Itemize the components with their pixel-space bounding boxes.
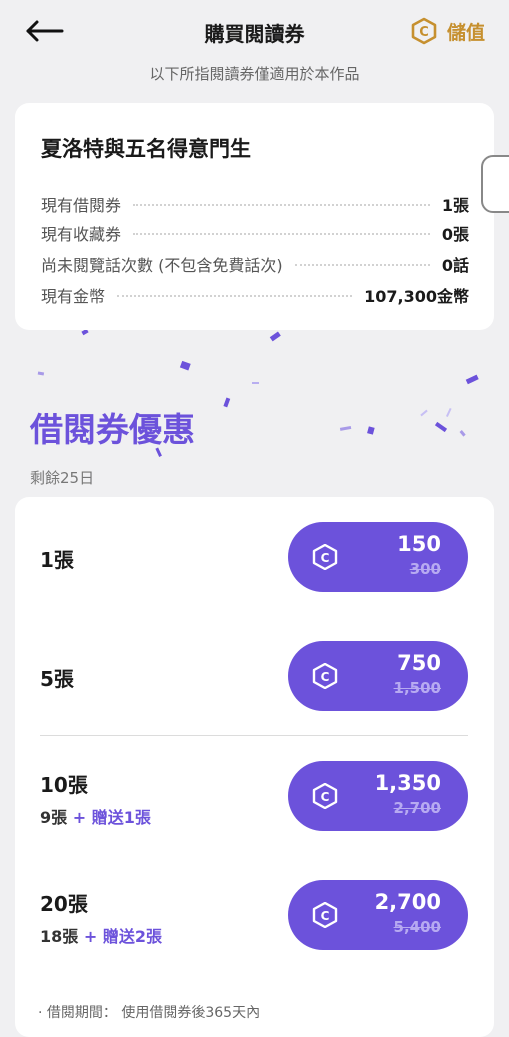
price-original: 1,500 (393, 679, 441, 697)
offer-quantity: 5張 (40, 667, 74, 691)
topup-label: 儲值 (446, 21, 485, 44)
buy-5-tickets-button[interactable]: C 750 1,500 (288, 641, 468, 711)
info-value: 0話 (441, 256, 469, 275)
info-row-owned-tickets: 現有收藏券 0張 (41, 221, 469, 245)
info-value: 107,300金幣 (364, 287, 469, 306)
dotted-leader (133, 233, 430, 235)
promo-remaining-days: 剩餘25日 (30, 469, 95, 487)
coin-icon: C (411, 17, 437, 45)
offer-row: 5張 C 750 1,500 (15, 641, 494, 711)
coin-icon: C (312, 902, 338, 928)
coin-icon: C (312, 663, 338, 689)
price-current: 1,350 (374, 771, 441, 795)
info-label: 現有借閱券 (41, 196, 122, 215)
topup-button[interactable]: C 儲值 (411, 17, 485, 45)
svg-text:C: C (321, 909, 330, 923)
svg-text:C: C (321, 670, 330, 684)
offer-row: 20張 18張 + 贈送2張 C 2,700 5,400 (15, 880, 494, 950)
applicability-note: 以下所指閱讀券僅適用於本作品 (149, 65, 360, 83)
bonus-quantity: + 贈送1張 (67, 808, 151, 827)
buy-1-ticket-button[interactable]: C 150 300 (288, 522, 468, 592)
rental-period-note: · 借閱期間： 使用借閱券後365天內 (38, 1005, 261, 1021)
info-label: 尚未閱覽話次數 (不包含免費話次) (41, 256, 283, 275)
price-current: 2,700 (374, 890, 441, 914)
info-label: 現有收藏券 (41, 225, 122, 244)
info-row-unread-episodes: 尚未閱覽話次數 (不包含免費話次) 0話 (41, 252, 469, 276)
promo-title: 借閱券優惠 (30, 410, 195, 449)
dotted-leader (133, 204, 430, 206)
base-quantity: 9張 (40, 808, 68, 827)
dotted-leader (294, 264, 430, 266)
price-current: 150 (397, 532, 441, 556)
dotted-leader (117, 295, 353, 297)
svg-text:C: C (321, 790, 330, 804)
coin-icon: C (312, 783, 338, 809)
work-info-card: 夏洛特與五名得意門生 現有借閱券 1張 現有收藏券 0張 尚未閱覽話次數 (不包… (15, 103, 494, 330)
buy-10-tickets-button[interactable]: C 1,350 2,700 (288, 761, 468, 831)
info-label: 現有金幣 (41, 287, 106, 306)
bonus-quantity: + 贈送2張 (78, 927, 162, 946)
offer-bonus-detail: 9張 + 贈送1張 (40, 804, 151, 828)
work-title: 夏洛特與五名得意門生 (41, 137, 251, 161)
offer-quantity: 1張 (40, 548, 74, 572)
price-original: 300 (409, 560, 441, 578)
svg-text:C: C (419, 25, 429, 40)
price-original: 5,400 (393, 918, 441, 936)
offer-row: 10張 9張 + 贈送1張 C 1,350 2,700 (15, 761, 494, 831)
base-quantity: 18張 (40, 927, 79, 946)
offer-bonus-detail: 18張 + 贈送2張 (40, 923, 162, 947)
top-bar: 購買閱讀券 C 儲值 (0, 0, 509, 62)
side-drawer-handle[interactable] (481, 155, 509, 213)
price-original: 2,700 (393, 799, 441, 817)
offer-quantity: 20張 (40, 892, 88, 916)
info-row-coins: 現有金幣 107,300金幣 (41, 283, 469, 307)
offer-quantity: 10張 (40, 773, 88, 797)
coin-icon: C (312, 544, 338, 570)
offers-card: 1張 C 150 300 5張 C 750 1,500 10張 9張 + 贈送1… (15, 497, 494, 1037)
buy-20-tickets-button[interactable]: C 2,700 5,400 (288, 880, 468, 950)
info-row-rental-tickets: 現有借閱券 1張 (41, 192, 469, 216)
section-divider (40, 735, 468, 736)
info-value: 1張 (441, 196, 469, 215)
info-value: 0張 (441, 225, 469, 244)
price-current: 750 (397, 651, 441, 675)
offer-row: 1張 C 150 300 (15, 522, 494, 592)
svg-text:C: C (321, 551, 330, 565)
